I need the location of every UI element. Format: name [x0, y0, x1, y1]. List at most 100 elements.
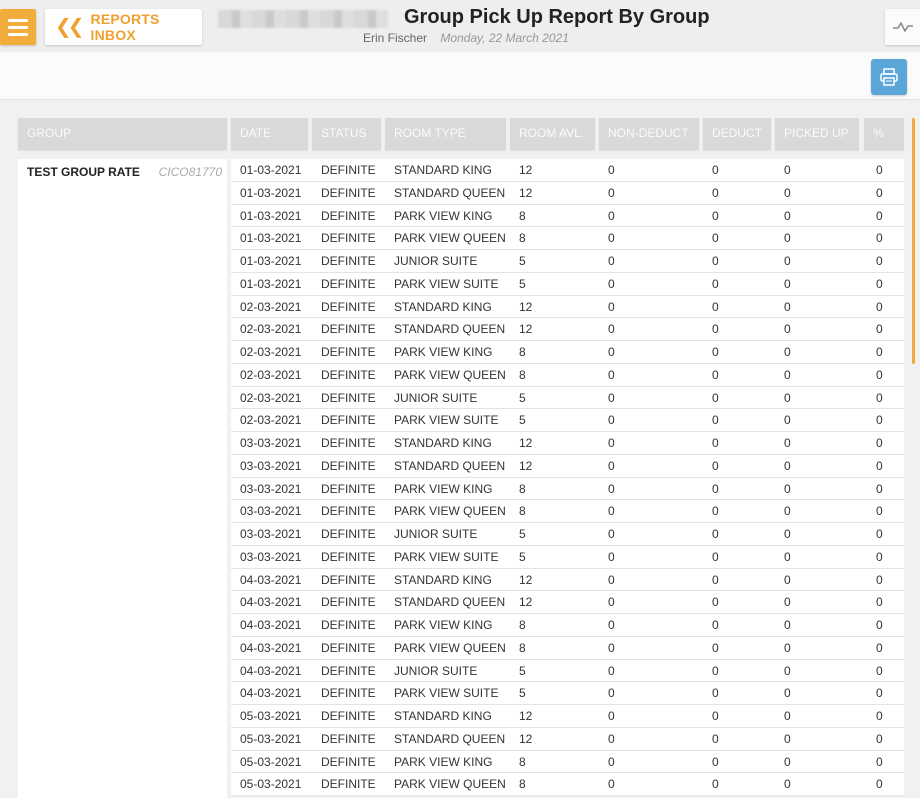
status-cell: DEFINITE: [321, 367, 376, 382]
printer-icon: [880, 68, 898, 86]
non-deduct-cell: 0: [608, 504, 615, 519]
table-row[interactable]: 02-03-2021 DEFINITE PARK VIEW QUEEN 8 0 0 0 0: [231, 363, 904, 387]
table-row[interactable]: 02-03-2021 DEFINITE STANDARD KING 12 0 0 0 0: [231, 295, 904, 319]
deduct-cell: 0: [712, 231, 719, 246]
non-deduct-cell: 0: [608, 322, 615, 337]
room-avl-cell: 12: [519, 322, 533, 337]
table-row[interactable]: 05-03-2021 DEFINITE PARK VIEW KING 8 0 0 0 0: [231, 750, 904, 774]
scrollbar[interactable]: [912, 118, 915, 364]
deduct-cell: 0: [712, 731, 719, 746]
room-avl-cell: 8: [519, 345, 526, 359]
column-header-room-type[interactable]: ROOM TYPE: [385, 118, 506, 150]
non-deduct-cell: 0: [608, 299, 615, 314]
table-row[interactable]: 02-03-2021 DEFINITE JUNIOR SUITE 5 0 0 0 0: [231, 386, 904, 410]
deduct-cell: 0: [712, 504, 719, 519]
table-row[interactable]: 03-03-2021 DEFINITE PARK VIEW KING 8 0 0 0 0: [231, 477, 904, 501]
deduct-cell: 0: [712, 299, 719, 314]
table-row[interactable]: 04-03-2021 DEFINITE PARK VIEW SUITE 5 0 0 0 0: [231, 682, 904, 705]
room-type-cell: PARK VIEW QUEEN: [394, 777, 506, 792]
group-code: CICO81770: [158, 165, 222, 179]
table-row[interactable]: 05-03-2021 DEFINITE PARK VIEW QUEEN 8 0 0 0 0: [231, 773, 904, 796]
room-type-cell: PARK VIEW KING: [394, 754, 493, 769]
date-cell: 02-03-2021: [240, 413, 302, 428]
percent-cell: 0: [876, 640, 883, 655]
table-row[interactable]: 04-03-2021 DEFINITE JUNIOR SUITE 5 0 0 0 0: [231, 659, 904, 683]
room-avl-cell: 8: [519, 481, 526, 496]
table-row[interactable]: 04-03-2021 DEFINITE PARK VIEW KING 8 0 0 0 0: [231, 614, 904, 637]
table-row[interactable]: 01-03-2021 DEFINITE STANDARD KING 12 0 0 0 0: [231, 159, 904, 182]
column-header-room-avl[interactable]: ROOM AVL.: [510, 118, 595, 150]
non-deduct-cell: 0: [608, 185, 615, 200]
percent-cell: 0: [876, 754, 883, 769]
room-avl-cell: 5: [519, 527, 526, 541]
deduct-cell: 0: [712, 345, 719, 359]
table-row[interactable]: 05-03-2021 DEFINITE STANDARD QUEEN 12 0 0 0 0: [231, 727, 904, 751]
status-cell: DEFINITE: [321, 777, 376, 792]
status-cell: DEFINITE: [321, 481, 376, 496]
column-header-status[interactable]: STATUS: [312, 118, 381, 150]
table-row[interactable]: 03-03-2021 DEFINITE STANDARD KING 12 0 0 0 0: [231, 432, 904, 455]
date-cell: 04-03-2021: [240, 595, 302, 610]
status-cell: DEFINITE: [321, 345, 376, 359]
non-deduct-cell: 0: [608, 731, 615, 746]
column-header-date[interactable]: DATE: [231, 118, 308, 150]
non-deduct-cell: 0: [608, 595, 615, 610]
status-cell: DEFINITE: [321, 390, 376, 405]
room-avl-cell: 12: [519, 458, 533, 473]
room-type-cell: PARK VIEW SUITE: [394, 549, 499, 564]
non-deduct-cell: 0: [608, 663, 615, 678]
table-row[interactable]: 03-03-2021 DEFINITE JUNIOR SUITE 5 0 0 0 0: [231, 523, 904, 546]
table-row[interactable]: 01-03-2021 DEFINITE JUNIOR SUITE 5 0 0 0 0: [231, 250, 904, 273]
hamburger-menu-icon[interactable]: [0, 9, 36, 45]
non-deduct-cell: 0: [608, 686, 615, 701]
table-row[interactable]: 04-03-2021 DEFINITE PARK VIEW QUEEN 8 0 0 0 0: [231, 636, 904, 660]
picked-up-cell: 0: [784, 254, 791, 268]
date-cell: 03-03-2021: [240, 504, 302, 519]
date-cell: 01-03-2021: [240, 185, 302, 200]
table-row[interactable]: 01-03-2021 DEFINITE STANDARD QUEEN 12 0 0 0 0: [231, 181, 904, 205]
table-row[interactable]: 03-03-2021 DEFINITE PARK VIEW QUEEN 8 0 0 0 0: [231, 500, 904, 523]
status-cell: DEFINITE: [321, 413, 376, 428]
table-row[interactable]: 04-03-2021 DEFINITE STANDARD QUEEN 12 0 0 0 0: [231, 591, 904, 614]
room-type-cell: STANDARD KING: [394, 163, 492, 177]
print-button[interactable]: [871, 59, 907, 95]
table-row[interactable]: 04-03-2021 DEFINITE STANDARD KING 12 0 0 0 0: [231, 568, 904, 592]
picked-up-cell: 0: [784, 367, 791, 382]
deduct-cell: 0: [712, 686, 719, 701]
table-row[interactable]: 01-03-2021 DEFINITE PARK VIEW QUEEN 8 0 0 0 0: [231, 227, 904, 250]
column-header-percent[interactable]: %: [864, 118, 904, 150]
deduct-cell: 0: [712, 458, 719, 473]
table-row[interactable]: 01-03-2021 DEFINITE PARK VIEW SUITE 5 0 0 0 0: [231, 272, 904, 296]
status-cell: DEFINITE: [321, 572, 376, 587]
table-row[interactable]: 01-03-2021 DEFINITE PARK VIEW KING 8 0 0 0 0: [231, 204, 904, 228]
table-row[interactable]: 02-03-2021 DEFINITE STANDARD QUEEN 12 0 0 0 0: [231, 318, 904, 341]
table-row[interactable]: 03-03-2021 DEFINITE PARK VIEW SUITE 5 0 0 0 0: [231, 545, 904, 569]
chart-button[interactable]: [885, 9, 920, 45]
room-type-cell: STANDARD KING: [394, 572, 492, 587]
picked-up-cell: 0: [784, 163, 791, 177]
percent-cell: 0: [876, 299, 883, 314]
status-cell: DEFINITE: [321, 640, 376, 655]
non-deduct-cell: 0: [608, 276, 615, 291]
column-header-group[interactable]: GROUP: [18, 118, 227, 150]
non-deduct-cell: 0: [608, 367, 615, 382]
picked-up-cell: 0: [784, 686, 791, 701]
picked-up-cell: 0: [784, 549, 791, 564]
room-type-cell: PARK VIEW QUEEN: [394, 231, 506, 246]
table-row[interactable]: 03-03-2021 DEFINITE STANDARD QUEEN 12 0 0 0 0: [231, 454, 904, 478]
status-cell: DEFINITE: [321, 731, 376, 746]
room-avl-cell: 5: [519, 549, 526, 564]
column-header-deduct[interactable]: DEDUCT: [703, 118, 771, 150]
deduct-cell: 0: [712, 413, 719, 428]
deduct-cell: 0: [712, 640, 719, 655]
room-avl-cell: 5: [519, 663, 526, 678]
date-cell: 03-03-2021: [240, 436, 302, 450]
table-row[interactable]: 02-03-2021 DEFINITE PARK VIEW KING 8 0 0 0 0: [231, 341, 904, 364]
room-avl-cell: 8: [519, 754, 526, 769]
table-row[interactable]: 02-03-2021 DEFINITE PARK VIEW SUITE 5 0 0 0 0: [231, 409, 904, 432]
table-body: 01-03-2021 DEFINITE STANDARD KING 12 0 0 0 0 01-…: [231, 159, 904, 796]
reports-inbox-button[interactable]: ❮❮ REPORTS INBOX: [45, 9, 202, 45]
column-header-picked-up[interactable]: PICKED UP: [775, 118, 859, 150]
table-row[interactable]: 05-03-2021 DEFINITE STANDARD KING 12 0 0 0 0: [231, 705, 904, 728]
column-header-non-deduct[interactable]: NON-DEDUCT: [599, 118, 699, 150]
